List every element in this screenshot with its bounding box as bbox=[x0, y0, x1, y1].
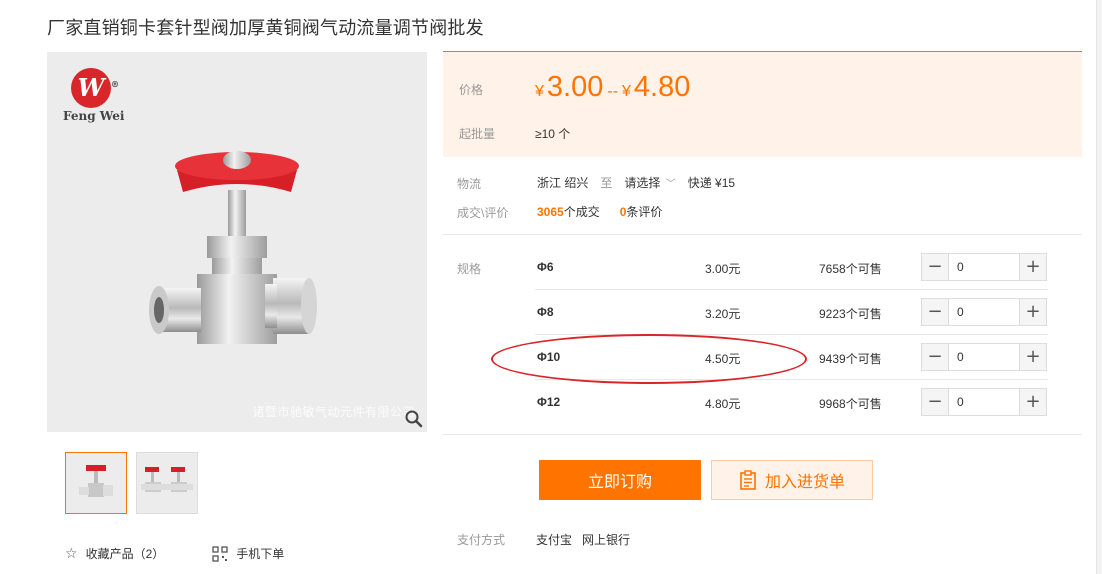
logistics-label: 物流 bbox=[457, 177, 482, 191]
logistics-line: 浙江 绍兴 至 请选择 ﹀ 快递 ¥15 bbox=[537, 174, 735, 191]
price-separator: -- bbox=[607, 83, 619, 100]
thumbnail-1[interactable] bbox=[65, 452, 127, 514]
moq-value: ≥10 个 bbox=[535, 127, 571, 141]
watermark: 诸暨市驰敏气动元件有限公司 bbox=[252, 405, 415, 419]
increase-button[interactable]: + bbox=[1020, 389, 1046, 415]
decrease-button[interactable]: − bbox=[922, 344, 948, 370]
chevron-down-icon: ﹀ bbox=[665, 179, 676, 190]
mobile-order-action[interactable]: 手机下单 bbox=[212, 545, 284, 562]
quantity-input[interactable] bbox=[948, 254, 1020, 280]
logo-mark: W bbox=[71, 64, 119, 108]
add-to-cart-button[interactable]: 加入进货单 bbox=[711, 460, 873, 500]
spec-stock: 7658个可售 bbox=[819, 262, 882, 276]
spec-row: Φ6 3.00元 7658个可售 − + bbox=[535, 245, 1048, 290]
deal-suffix: 个成交 bbox=[563, 205, 600, 219]
spec-price: 4.80元 bbox=[705, 397, 741, 411]
moq-label: 起批量 bbox=[459, 127, 496, 141]
deal-count: 3065 bbox=[537, 205, 564, 219]
product-actions: ☆ 收藏产品（2） 手机下单 bbox=[65, 545, 284, 562]
qr-code-icon bbox=[212, 545, 228, 562]
product-title: 厂家直销铜卡套针型阀加厚黄铜阀气动流量调节阀批发 bbox=[47, 18, 484, 38]
quantity-stepper: − + bbox=[921, 298, 1047, 326]
thumbnail-valve-image bbox=[79, 465, 113, 497]
payment-method: 网上银行 bbox=[582, 533, 631, 547]
currency-symbol: ¥ bbox=[535, 83, 544, 100]
decrease-button[interactable]: − bbox=[922, 254, 948, 280]
spec-stock: 9223个可售 bbox=[819, 307, 882, 321]
spec-row: Φ8 3.20元 9223个可售 − + bbox=[535, 290, 1048, 335]
quantity-input[interactable] bbox=[948, 389, 1020, 415]
spec-price: 3.20元 bbox=[705, 307, 741, 321]
star-icon: ☆ bbox=[65, 545, 78, 561]
spec-name: Φ6 bbox=[537, 260, 554, 274]
price-max: 4.80 bbox=[633, 71, 691, 103]
product-main-image[interactable]: W Feng Wei 诸暨市驰敏气动元件有限公司 bbox=[47, 52, 427, 432]
quantity-stepper: − + bbox=[921, 388, 1047, 416]
deals-label: 成交\评价 bbox=[457, 206, 509, 220]
spec-table: Φ6 3.00元 7658个可售 − + Φ8 3.20元 9223个可售 − … bbox=[535, 245, 1048, 425]
spec-name: Φ8 bbox=[537, 305, 554, 319]
favorite-label: 收藏产品（2） bbox=[85, 547, 165, 561]
decrease-button[interactable]: − bbox=[922, 299, 948, 325]
deals-line: 3065个成交 0条评价 bbox=[537, 203, 662, 220]
logistics-section: 物流 浙江 绍兴 至 请选择 ﹀ 快递 ¥15 成交\评价 3065个成交 0条… bbox=[443, 157, 1082, 235]
payment-method: 支付宝 bbox=[536, 533, 573, 547]
price-range: ¥ 3.00 -- ¥ 4.80 bbox=[535, 71, 690, 104]
spec-row: Φ12 4.80元 9968个可售 − + bbox=[535, 380, 1048, 425]
decrease-button[interactable]: − bbox=[922, 389, 948, 415]
destination-select[interactable]: 请选择 ﹀ bbox=[624, 174, 675, 191]
thumbnail-2[interactable] bbox=[136, 452, 198, 514]
add-to-cart-label: 加入进货单 bbox=[764, 474, 845, 491]
spec-name: Φ12 bbox=[537, 395, 561, 409]
favorite-action[interactable]: ☆ 收藏产品（2） bbox=[65, 545, 164, 562]
increase-button[interactable]: + bbox=[1020, 254, 1046, 280]
spec-stock: 9439个可售 bbox=[819, 352, 882, 366]
payment-methods: 支付宝 网上银行 bbox=[536, 531, 630, 548]
spec-price: 4.50元 bbox=[705, 352, 741, 366]
price-panel: 价格 ¥ 3.00 -- ¥ 4.80 起批量 ≥10 个 bbox=[443, 51, 1082, 157]
buy-now-button[interactable]: 立即订购 bbox=[539, 460, 701, 500]
deal-stat[interactable]: 3065个成交 bbox=[537, 203, 600, 220]
origin: 浙江 绍兴 bbox=[537, 176, 589, 190]
spec-name: Φ10 bbox=[537, 350, 561, 364]
spec-row: Φ10 4.50元 9439个可售 − + bbox=[535, 335, 1048, 380]
increase-button[interactable]: + bbox=[1020, 344, 1046, 370]
to-text: 至 bbox=[600, 176, 613, 190]
thumbnail-valves-image bbox=[141, 467, 193, 492]
price-label: 价格 bbox=[459, 83, 484, 97]
shipping-fee: 快递 ¥15 bbox=[687, 176, 736, 190]
quantity-stepper: − + bbox=[921, 253, 1047, 281]
review-suffix: 条评价 bbox=[626, 205, 663, 219]
price-min: 3.00 bbox=[546, 71, 604, 103]
quantity-input[interactable] bbox=[948, 299, 1020, 325]
spec-label: 规格 bbox=[457, 262, 482, 276]
zoom-icon[interactable] bbox=[404, 409, 424, 429]
mobile-order-label: 手机下单 bbox=[236, 547, 285, 561]
payment-label: 支付方式 bbox=[457, 533, 506, 547]
scrollbar[interactable] bbox=[1096, 0, 1102, 574]
currency-symbol: ¥ bbox=[622, 83, 631, 100]
divider bbox=[443, 434, 1082, 435]
logo-text: Feng Wei bbox=[63, 109, 125, 123]
quantity-input[interactable] bbox=[948, 344, 1020, 370]
clipboard-icon bbox=[740, 470, 756, 490]
quantity-stepper: − + bbox=[921, 343, 1047, 371]
increase-button[interactable]: + bbox=[1020, 299, 1046, 325]
spec-stock: 9968个可售 bbox=[819, 397, 882, 411]
brand-logo: W Feng Wei bbox=[63, 64, 125, 123]
destination-value: 请选择 bbox=[624, 176, 661, 190]
review-stat[interactable]: 0条评价 bbox=[620, 203, 663, 220]
thumbnail-strip bbox=[65, 452, 198, 514]
spec-price: 3.00元 bbox=[705, 262, 741, 276]
